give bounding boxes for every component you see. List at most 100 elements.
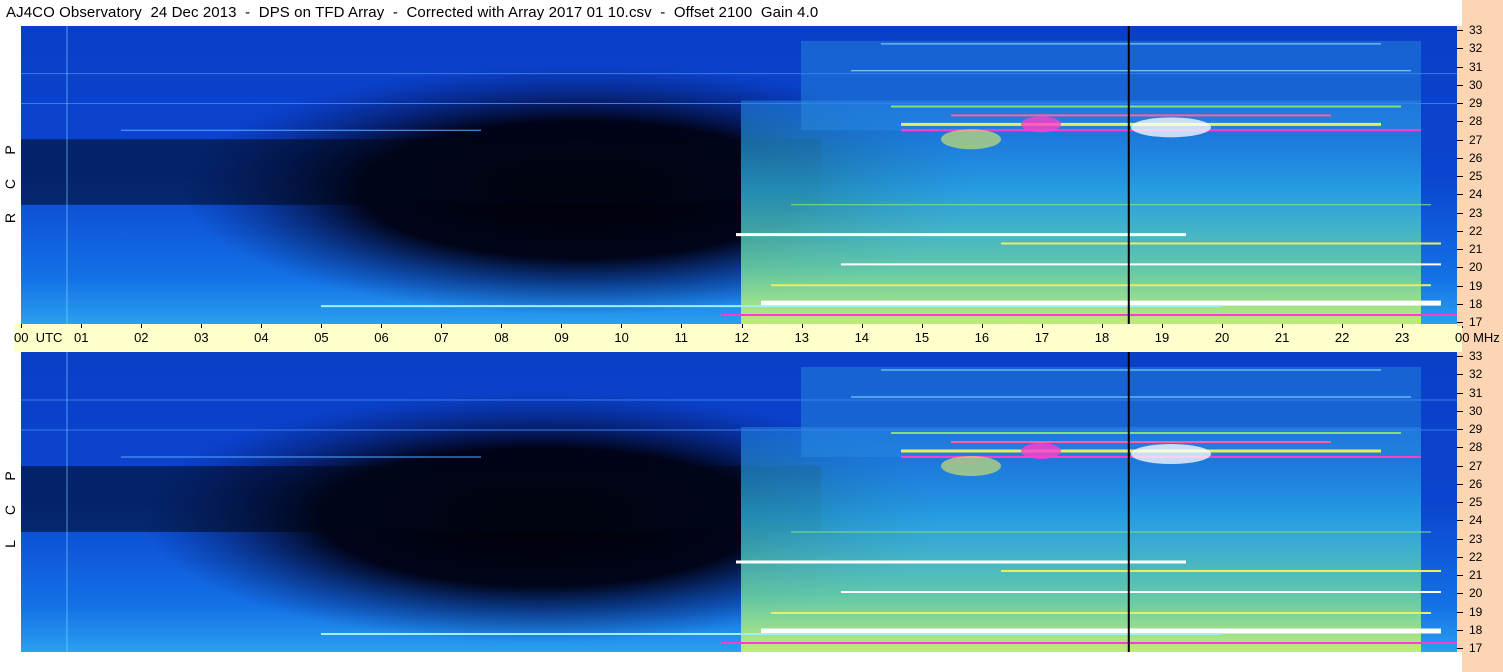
time-tickmark xyxy=(801,324,803,328)
freq-tickmark xyxy=(1457,374,1463,376)
time-tick-label: 00 MHz xyxy=(1455,330,1500,345)
time-tick-label: 03 xyxy=(194,330,209,345)
freq-tickmark xyxy=(1457,230,1463,232)
time-tick-label: 20 xyxy=(1214,330,1230,345)
freq-tickmark xyxy=(1457,212,1463,214)
freq-tickmark xyxy=(1457,139,1463,141)
freq-tickmark xyxy=(1457,593,1463,595)
time-tickmark xyxy=(201,324,203,328)
freq-tickmark xyxy=(1457,103,1463,104)
time-tickmark xyxy=(1221,324,1223,328)
time-tick-label: 15 xyxy=(914,330,930,345)
time-tickmark xyxy=(921,324,923,328)
freq-tick-label: 30 xyxy=(1469,77,1483,92)
freq-tickmark xyxy=(1457,447,1463,449)
freq-tickmark xyxy=(1457,157,1463,159)
freq-tickmark xyxy=(1457,483,1463,485)
burst xyxy=(941,456,1001,476)
lcp-letter-3: P xyxy=(2,471,18,481)
freq-tickmark xyxy=(1457,30,1463,31)
time-tick-label: 23 xyxy=(1394,330,1410,345)
time-tick-label: 14 xyxy=(854,330,870,345)
freq-tickmark xyxy=(1457,356,1463,357)
freq-tick-label: 17 xyxy=(1469,315,1483,329)
freq-tickmark xyxy=(1457,465,1463,467)
freq-tickmark xyxy=(1457,520,1463,522)
time-tickmark xyxy=(1281,324,1283,328)
time-tick-label: 16 xyxy=(974,330,990,345)
time-tick-label: 06 xyxy=(374,330,389,345)
time-tickmark xyxy=(81,324,83,328)
lcp-letter-2: C xyxy=(2,504,18,516)
freq-tick-label: 18 xyxy=(1469,296,1483,311)
burst xyxy=(1021,116,1061,133)
burst xyxy=(1131,117,1211,138)
rcp-letter-3: P xyxy=(2,145,18,155)
freq-tick-label: 31 xyxy=(1469,385,1483,400)
freq-tick-label: 26 xyxy=(1469,476,1483,491)
time-tick-label: 19 xyxy=(1154,330,1170,345)
time-tickmark xyxy=(381,324,383,328)
title-bar: AJ4CO Observatory 24 Dec 2013 - DPS on T… xyxy=(0,0,1462,27)
freq-tick-label: 27 xyxy=(1469,132,1483,147)
rcp-letter-2: C xyxy=(2,178,18,190)
freq-tick-label: 23 xyxy=(1469,205,1483,220)
freq-tickmark xyxy=(1457,556,1463,558)
night-band xyxy=(21,466,821,532)
day-region xyxy=(741,427,1421,652)
time-tickmark xyxy=(741,324,743,328)
freq-tickmark xyxy=(1457,538,1463,540)
time-tick-label: 02 xyxy=(134,330,149,345)
time-tick-label: 21 xyxy=(1274,330,1290,345)
time-tick-label: 09 xyxy=(554,330,569,345)
lcp-spectrogram[interactable] xyxy=(21,352,1457,652)
freq-tick-label: 29 xyxy=(1469,96,1483,110)
rcp-spectrogram[interactable] xyxy=(21,26,1457,324)
freq-tick-label: 32 xyxy=(1469,41,1483,56)
time-tickmark xyxy=(561,324,563,328)
freq-tickmark xyxy=(1457,194,1463,196)
freq-tick-label: 20 xyxy=(1469,586,1483,601)
freq-tickmark xyxy=(1457,629,1463,631)
time-tick-label: 10 xyxy=(614,330,629,345)
freq-tickmark xyxy=(1457,575,1463,576)
time-tick-label: 17 xyxy=(1034,330,1050,345)
time-tickmark xyxy=(1041,324,1043,328)
burst xyxy=(1021,443,1061,459)
time-tickmark xyxy=(621,324,623,328)
night-band xyxy=(21,139,821,205)
freq-tickmark xyxy=(1457,48,1463,50)
time-tick-label: 11 xyxy=(674,330,688,345)
time-tickmark xyxy=(1401,324,1403,328)
rcp-spectrogram-image xyxy=(21,26,1457,324)
time-tick-label: 00 UTC xyxy=(14,330,63,345)
freq-tickmark xyxy=(1457,303,1463,305)
freq-tick-label: 31 xyxy=(1469,59,1483,74)
time-tick-label: 05 xyxy=(314,330,329,345)
freq-tickmark xyxy=(1457,648,1463,649)
window-title: AJ4CO Observatory 24 Dec 2013 - DPS on T… xyxy=(6,4,819,21)
time-tickmark xyxy=(1101,324,1103,328)
time-tickmark xyxy=(141,324,143,328)
time-tickmark xyxy=(681,324,683,328)
time-tick-label: 13 xyxy=(794,330,809,345)
freq-tick-label: 33 xyxy=(1469,23,1483,37)
freq-tick-label: 24 xyxy=(1469,513,1483,528)
lcp-spectrogram-image xyxy=(21,352,1457,652)
freq-tick-label: 23 xyxy=(1469,531,1483,546)
time-tick-label: 01 xyxy=(74,330,89,345)
freq-tick-label: 21 xyxy=(1469,568,1483,582)
day-upper xyxy=(801,367,1421,457)
time-tick-label: 08 xyxy=(494,330,509,345)
rcp-frequency-axis: 33 32 31 30 29 28 27 26 25 24 23 22 21 20 19 18 17 xyxy=(1457,23,1503,329)
burst xyxy=(1131,444,1211,464)
time-tickmark xyxy=(1161,324,1163,328)
time-tickmark xyxy=(861,324,863,328)
time-tickmark xyxy=(1341,324,1343,328)
rcp-letter-1: R xyxy=(2,212,18,224)
freq-tickmark xyxy=(1457,285,1463,287)
burst xyxy=(941,129,1001,150)
day-upper xyxy=(801,40,1421,131)
freq-tick-label: 19 xyxy=(1469,604,1483,619)
freq-tickmark xyxy=(1457,66,1463,68)
